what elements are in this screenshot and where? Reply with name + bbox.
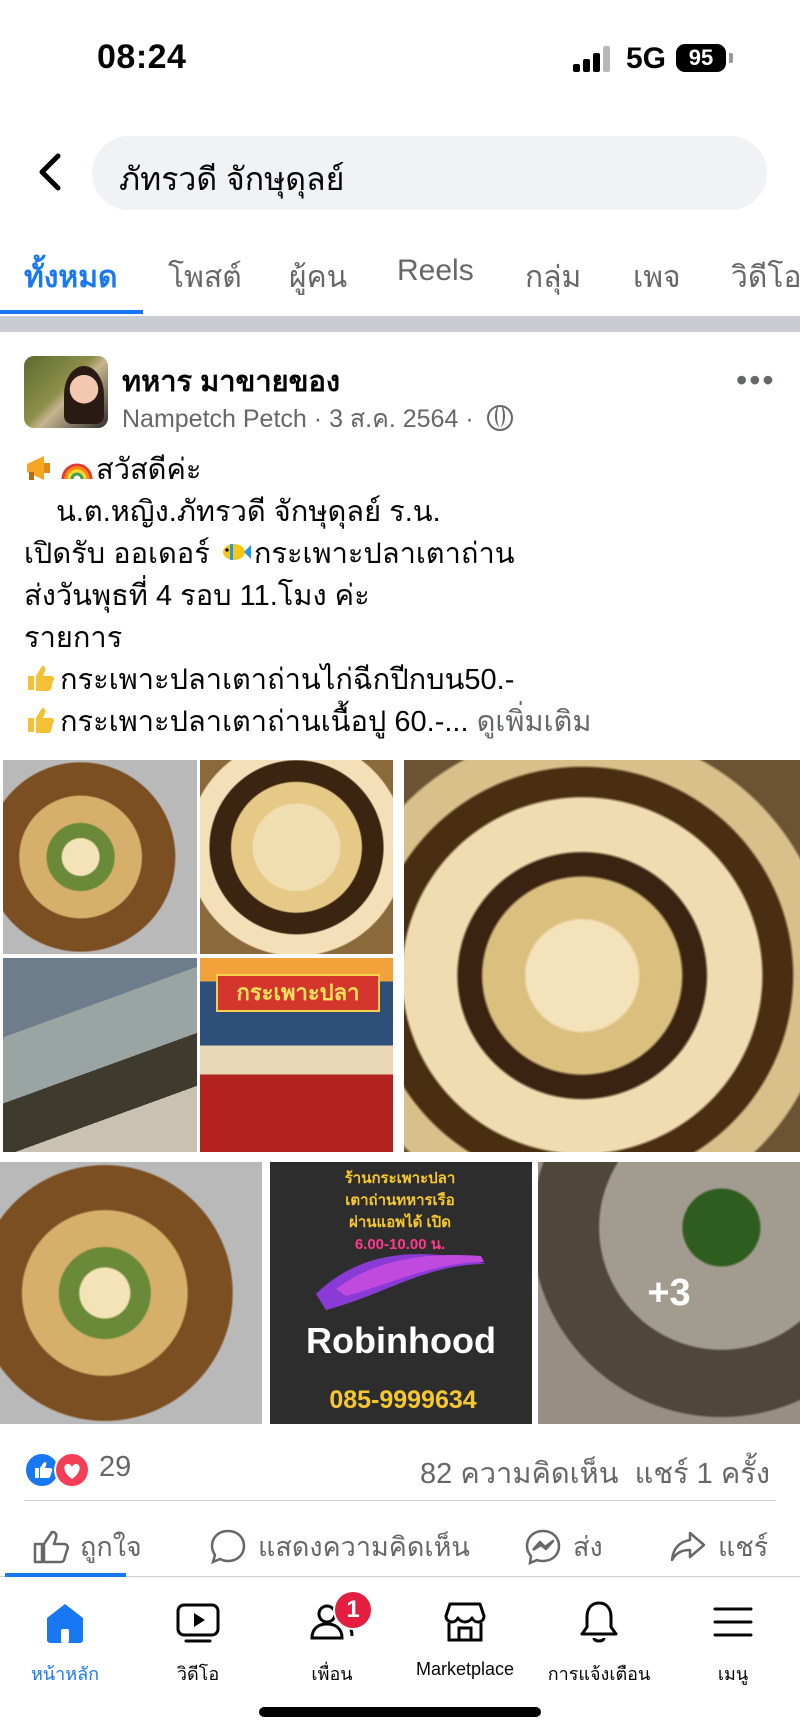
- engagement-summary: 82 ความคิดเห็น แชร์ 1 ครั้ง: [420, 1450, 770, 1496]
- thumbs-up-emoji-icon: [28, 666, 55, 691]
- video-icon: [176, 1603, 220, 1643]
- page-name[interactable]: ทหาร มาขายของ: [122, 358, 340, 404]
- tab-people[interactable]: ผู้คน: [289, 254, 347, 301]
- cellular-signal-icon: [573, 46, 613, 72]
- meta-separator: ·: [465, 405, 474, 433]
- home-indicator[interactable]: [259, 1707, 541, 1717]
- home-icon: [47, 1604, 83, 1643]
- post-line: กระเพาะปลาเตาถ่านไก่ฉีกปีกบน50.-: [24, 659, 514, 701]
- send-label: ส่ง: [573, 1532, 603, 1562]
- share-button[interactable]: แชร์: [668, 1525, 768, 1568]
- nav-label: Marketplace: [415, 1659, 515, 1679]
- post-text: ส่งวันพุธที่ 4 รอบ 11.โมง ค่ะ: [24, 580, 370, 612]
- megaphone-icon: [27, 456, 50, 480]
- nav-label: เพื่อน: [311, 1664, 353, 1684]
- nav-label: การแจ้งเตือน: [547, 1664, 651, 1684]
- active-tab-indicator: [0, 310, 143, 314]
- nav-notifications[interactable]: การแจ้งเตือน: [532, 1596, 666, 1688]
- nav-friends[interactable]: เพื่อน: [265, 1596, 399, 1688]
- nav-menu[interactable]: เมนู: [666, 1596, 800, 1688]
- tab-posts[interactable]: โพสต์: [168, 254, 242, 301]
- post-text: น.ต.หญิง.ภัทรวดี จักษุดุลย์ ร.น.: [56, 496, 441, 528]
- tab-all[interactable]: ทั้งหมด: [24, 254, 117, 301]
- author-name[interactable]: Nampetch Petch: [122, 405, 307, 433]
- divider: [24, 1500, 776, 1501]
- battery-tip: [729, 53, 733, 63]
- post-meta: Nampetch Petch · 3 ส.ค. 2564 ·: [122, 399, 513, 439]
- post-text: กระเพาะปลาเตาถ่านเนื้อปู 60.-...: [60, 706, 469, 738]
- share-arrow-icon: [670, 1531, 706, 1561]
- like-label: ถูกใจ: [80, 1532, 142, 1562]
- meta-separator: ·: [313, 405, 323, 433]
- comment-count[interactable]: 82 ความคิดเห็น: [420, 1458, 618, 1490]
- nav-label: หน้าหลัก: [30, 1664, 100, 1684]
- battery-icon: 95: [676, 44, 726, 72]
- post-line: กระเพาะปลาเตาถ่านเนื้อปู 60.-... ดูเพิ่ม…: [24, 701, 591, 743]
- nav-video[interactable]: วิดีโอ: [131, 1596, 265, 1688]
- post-text: รายการ: [24, 622, 123, 654]
- rainbow-icon: [61, 463, 93, 480]
- nav-home[interactable]: หน้าหลัก: [0, 1596, 132, 1688]
- page-avatar[interactable]: [24, 356, 108, 428]
- share-label: แชร์: [718, 1532, 769, 1562]
- tab-videos[interactable]: วิดีโอ: [731, 254, 800, 301]
- robinhood-phone: 085-9999634: [329, 1386, 477, 1414]
- share-count[interactable]: แชร์ 1 ครั้ง: [635, 1458, 770, 1490]
- robinhood-logo-icon: [316, 1254, 486, 1310]
- section-divider: [0, 316, 800, 332]
- search-query: ภัทรวดี จักษุดุลย์: [119, 161, 345, 197]
- status-time: 08:24: [97, 38, 187, 76]
- thumbs-up-emoji-icon: [28, 708, 55, 733]
- post-photo[interactable]: กระเพาะปลา: [200, 958, 393, 1152]
- comment-label: แสดงความคิดเห็น: [258, 1532, 470, 1562]
- post-line: สวัสดีค่ะ: [24, 449, 202, 491]
- nav-marketplace[interactable]: Marketplace: [398, 1596, 532, 1680]
- like-button[interactable]: ถูกใจ: [30, 1525, 142, 1568]
- post-photo[interactable]: [404, 760, 800, 1152]
- post-date[interactable]: 3 ส.ค. 2564: [329, 405, 458, 433]
- send-button[interactable]: ส่ง: [523, 1525, 603, 1568]
- post-photo-more[interactable]: +3: [538, 1162, 800, 1424]
- post-photo[interactable]: [200, 760, 393, 954]
- more-photos-count: +3: [538, 1162, 800, 1424]
- search-input[interactable]: ภัทรวดี จักษุดุลย์: [92, 136, 767, 210]
- comment-icon: [210, 1529, 246, 1564]
- tab-reels[interactable]: Reels: [397, 254, 474, 288]
- post-photo-robinhood[interactable]: ร้านกระเพาะปลา เตาถ่านทหารเรือ ผ่านแอพได…: [270, 1162, 532, 1424]
- nav-label: เมนู: [717, 1664, 749, 1684]
- cart-sign: กระเพาะปลา: [216, 974, 380, 1012]
- tab-groups[interactable]: กลุ่ม: [525, 254, 581, 301]
- post-text: เปิดรับ ออเดอร์: [24, 538, 218, 570]
- more-options-icon[interactable]: •••: [736, 362, 776, 399]
- post-text: กระเพาะปลาเตาถ่าน: [253, 538, 515, 570]
- robinhood-name: Robinhood: [306, 1320, 496, 1361]
- nav-active-indicator: [5, 1573, 126, 1577]
- post-text: กระเพาะปลาเตาถ่านไก่ฉีกปีกบน50.-: [60, 664, 515, 696]
- tab-pages[interactable]: เพจ: [633, 254, 681, 301]
- post-photo[interactable]: [0, 1162, 262, 1424]
- nav-label: วิดีโอ: [176, 1664, 220, 1684]
- network-type: 5G: [626, 42, 667, 75]
- messenger-icon: [525, 1529, 561, 1565]
- notification-badge: 1: [333, 1590, 373, 1630]
- menu-icon: [713, 1607, 753, 1637]
- bell-icon: [580, 1601, 618, 1643]
- post-photo[interactable]: [3, 760, 197, 954]
- back-arrow-icon[interactable]: [32, 150, 68, 194]
- post-text: สวัสดีค่ะ: [96, 454, 202, 486]
- globe-icon: [486, 405, 513, 431]
- tropical-fish-icon: [222, 544, 251, 560]
- see-more-link[interactable]: ดูเพิ่มเติม: [477, 706, 592, 738]
- reaction-count[interactable]: 29: [99, 1451, 131, 1484]
- love-reaction-icon: [54, 1452, 90, 1488]
- thumbs-up-icon: [33, 1530, 70, 1563]
- comment-button[interactable]: แสดงความคิดเห็น: [208, 1525, 470, 1568]
- marketplace-icon: [444, 1602, 486, 1642]
- post-line: เปิดรับ ออเดอร์ กระเพาะปลาเตาถ่าน: [24, 533, 515, 575]
- post-photo[interactable]: [3, 958, 197, 1152]
